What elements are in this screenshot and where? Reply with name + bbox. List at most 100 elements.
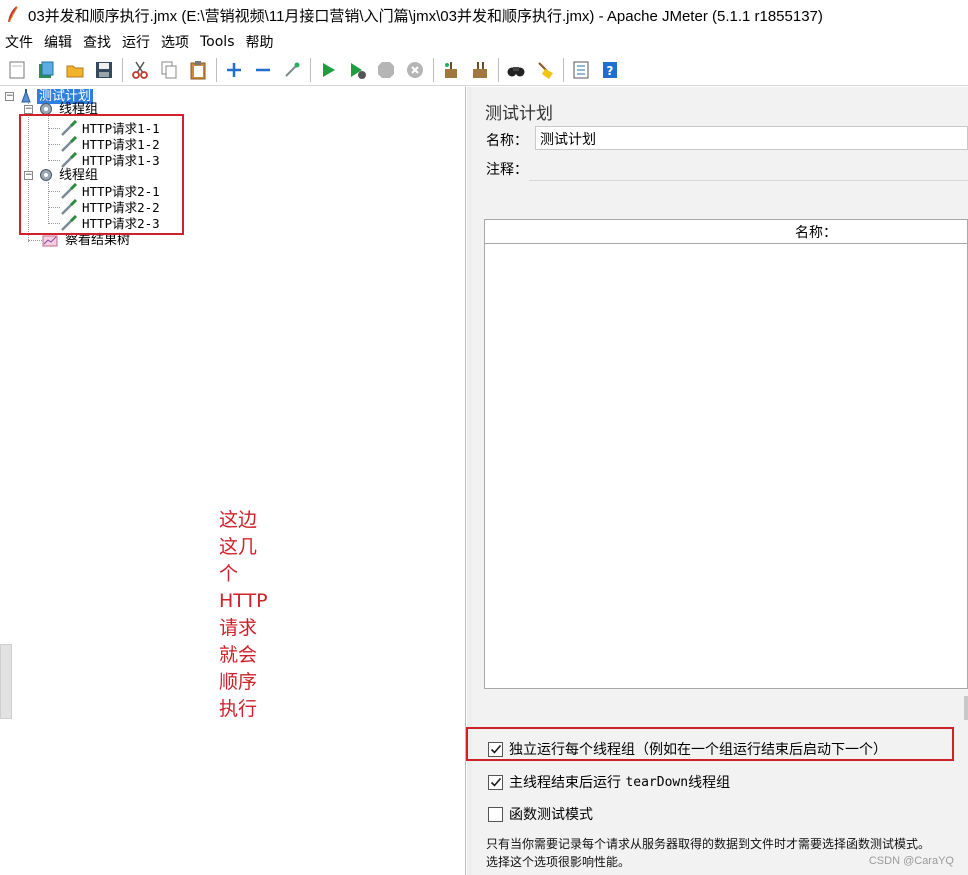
check-icon: [490, 744, 501, 754]
note-line: 只有当你需要记录每个请求从服务器取得的数据到文件时才需要选择函数测试模式。: [486, 837, 931, 851]
collapse-toggle-icon[interactable]: −: [24, 104, 33, 114]
menu-tools[interactable]: Tools: [199, 34, 236, 50]
functional-test-mode-checkbox[interactable]: [488, 806, 503, 822]
collapse-icon: [256, 68, 270, 71]
clear-button[interactable]: [438, 57, 464, 83]
reset-search-button[interactable]: [532, 57, 558, 83]
search-button[interactable]: [503, 57, 529, 83]
start-icon: [323, 62, 335, 77]
stop-icon: [378, 61, 394, 78]
check-icon: [490, 777, 501, 787]
teardown-label-suffix: 线程组: [688, 775, 731, 791]
clear-all-icon: [473, 61, 487, 78]
annotation-line: 这几: [219, 536, 258, 558]
save-button[interactable]: [91, 57, 117, 83]
menu-bar: 文件 编辑 查找 运行 选项 Tools 帮助: [0, 30, 968, 54]
stop-button[interactable]: [373, 57, 399, 83]
menu-edit[interactable]: 编辑: [43, 32, 73, 52]
cut-button[interactable]: [127, 57, 153, 83]
title-bar: 03并发和顺序执行.jmx (E:\营销视频\11月接口营销\入门篇\jmx\0…: [0, 0, 968, 30]
copy-button[interactable]: [156, 57, 182, 83]
start-no-pause-icon: [351, 62, 366, 79]
shutdown-icon: [407, 61, 423, 78]
menu-options[interactable]: 选项: [160, 32, 190, 52]
menu-run[interactable]: 运行: [121, 32, 151, 52]
clear-all-button[interactable]: [467, 57, 493, 83]
toolbar-separator: [433, 57, 434, 82]
user-variables-table[interactable]: 名称：: [484, 219, 968, 689]
run-groups-consecutively-checkbox[interactable]: [488, 741, 503, 757]
functional-mode-note: 只有当你需要记录每个请求从服务器取得的数据到文件时才需要选择函数测试模式。 选择…: [486, 835, 930, 871]
templates-icon: [39, 61, 54, 78]
functional-test-mode-label: 函数测试模式: [509, 807, 593, 823]
collapse-button[interactable]: [250, 57, 276, 83]
window-title: 03并发和顺序执行.jmx (E:\营销视频\11月接口营销\入门篇\jmx\0…: [28, 7, 823, 25]
shutdown-button[interactable]: [402, 57, 428, 83]
annotation-line: 这边: [219, 509, 258, 531]
help-button[interactable]: ?: [597, 57, 623, 83]
expand-icon: [227, 62, 241, 77]
teardown-label-prefix: 主线程结束后运行: [509, 775, 626, 791]
jmeter-feather-icon: [7, 6, 18, 23]
panel-title: 测试计划: [485, 104, 553, 124]
comment-input[interactable]: [529, 157, 968, 181]
paste-button[interactable]: [185, 57, 211, 83]
clear-icon: [445, 61, 457, 78]
cut-icon: [132, 61, 148, 79]
expand-button[interactable]: [221, 57, 247, 83]
paste-icon: [190, 60, 206, 79]
start-no-pause-button[interactable]: [344, 57, 370, 83]
note-line: 选择这个选项很影响性能。: [486, 855, 631, 869]
open-button[interactable]: [62, 57, 88, 83]
comment-label: 注释：: [486, 162, 528, 178]
menu-file[interactable]: 文件: [4, 32, 34, 52]
templates-button[interactable]: [33, 57, 59, 83]
menu-help[interactable]: 帮助: [245, 32, 275, 52]
function-helper-icon: [573, 61, 589, 78]
help-icon: ?: [603, 61, 617, 78]
collapse-toggle-icon[interactable]: −: [5, 91, 14, 101]
reset-search-icon: [538, 61, 553, 79]
toolbar-separator: [498, 57, 499, 82]
watermark: CSDN @CaraYQ: [868, 855, 954, 867]
menu-search[interactable]: 查找: [82, 32, 112, 52]
toolbar-separator: [216, 57, 217, 82]
copy-icon: [161, 61, 177, 78]
run-groups-consecutively-label: 独立运行每个线程组（例如在一个组运行结束后启动下一个）: [509, 742, 887, 758]
annotation-line: 顺序: [219, 671, 258, 693]
table-header-label: 名称：: [795, 224, 837, 241]
toggle-icon: [285, 62, 300, 77]
start-button[interactable]: [315, 57, 341, 83]
function-helper-button[interactable]: [568, 57, 594, 83]
search-icon: [507, 66, 525, 76]
new-icon: [9, 61, 25, 78]
annotation-line: 就会: [219, 644, 258, 666]
name-label: 名称：: [486, 133, 528, 149]
functional-test-mode-option[interactable]: 函数测试模式: [488, 804, 593, 824]
open-icon: [66, 65, 84, 77]
annotation-line: 个: [219, 563, 239, 585]
teardown-option[interactable]: 主线程结束后运行 tearDown 线程组: [488, 772, 730, 792]
save-icon: [96, 61, 112, 78]
test-plan-panel: 测试计划 名称： 测试计划 注释： 名称： 独立运行每个线程组（例如在一个组运行…: [466, 87, 968, 875]
highlight-box-tree: [19, 114, 184, 235]
tree-connector: [28, 240, 42, 241]
table-header-name[interactable]: 名称：: [485, 220, 967, 244]
teardown-checkbox[interactable]: [488, 774, 503, 790]
name-input[interactable]: 测试计划: [535, 126, 968, 150]
toolbar-separator: [310, 57, 311, 82]
run-groups-consecutively-option[interactable]: 独立运行每个线程组（例如在一个组运行结束后启动下一个）: [488, 739, 887, 759]
scrollbar-thumb[interactable]: [964, 696, 968, 720]
annotation-text: 这边 这几 个 HTTP 请求 就会 顺序 执行: [219, 507, 268, 723]
panel-resize-handle[interactable]: [0, 644, 12, 719]
annotation-line: 请求: [219, 617, 258, 639]
toggle-button[interactable]: [279, 57, 305, 83]
new-button[interactable]: [4, 57, 30, 83]
toolbar: ?: [0, 54, 968, 86]
annotation-line: HTTP: [219, 590, 268, 612]
toolbar-separator: [122, 57, 123, 82]
listener-chart-icon: [42, 235, 58, 247]
svg-text:?: ?: [607, 64, 614, 78]
toolbar-separator: [563, 57, 564, 82]
annotation-line: 执行: [219, 698, 258, 720]
